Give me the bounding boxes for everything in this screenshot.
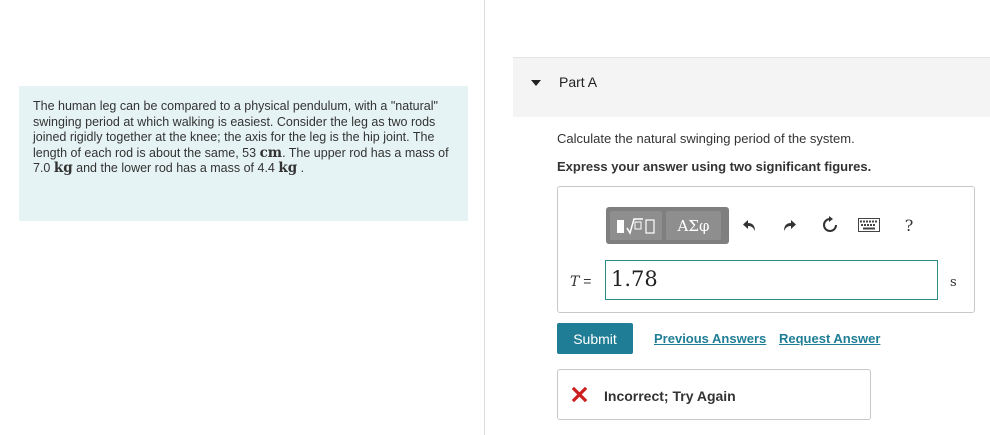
question-text: Calculate the natural swinging period of… xyxy=(557,131,855,146)
feedback-text: Incorrect; Try Again xyxy=(604,388,736,404)
feedback-panel: Incorrect; Try Again xyxy=(557,369,871,420)
caret-down-icon[interactable] xyxy=(531,80,541,86)
templates-icon[interactable] xyxy=(610,211,662,240)
unit-kg-upper: kg xyxy=(53,160,73,177)
problem-text-3: and the lower rod has a mass of 4.4 xyxy=(76,161,275,176)
submit-button[interactable]: Submit xyxy=(557,323,633,354)
keyboard-icon[interactable] xyxy=(857,213,881,237)
previous-answers-link[interactable]: Previous Answers xyxy=(654,331,766,346)
part-title: Part A xyxy=(559,74,598,90)
panel-divider xyxy=(484,0,485,435)
unit-cm: cm xyxy=(259,144,283,161)
answer-input[interactable]: 1.78 xyxy=(605,260,938,300)
answer-variable: T xyxy=(570,274,580,290)
instruction-text: Express your answer using two significan… xyxy=(557,159,872,174)
math-toolbar: ΑΣφ xyxy=(606,207,729,244)
greek-icon[interactable]: ΑΣφ xyxy=(666,211,721,240)
problem-text-4: . xyxy=(300,161,305,176)
answer-unit: s xyxy=(950,275,957,290)
part-a-header[interactable]: Part A xyxy=(513,57,990,117)
request-answer-link[interactable]: Request Answer xyxy=(779,331,880,346)
undo-icon[interactable] xyxy=(739,213,761,237)
unit-kg-lower: kg xyxy=(278,160,298,177)
incorrect-x-icon xyxy=(572,387,587,402)
help-icon[interactable]: ? xyxy=(901,213,917,237)
answer-panel: ΑΣφ ? T = 1.78 s xyxy=(557,186,975,313)
reset-icon[interactable] xyxy=(819,213,841,237)
answer-variable-label: T = xyxy=(570,273,591,290)
equals-sign: = xyxy=(583,273,592,289)
problem-statement: The human leg can be compared to a physi… xyxy=(19,86,468,221)
redo-icon[interactable] xyxy=(778,213,800,237)
